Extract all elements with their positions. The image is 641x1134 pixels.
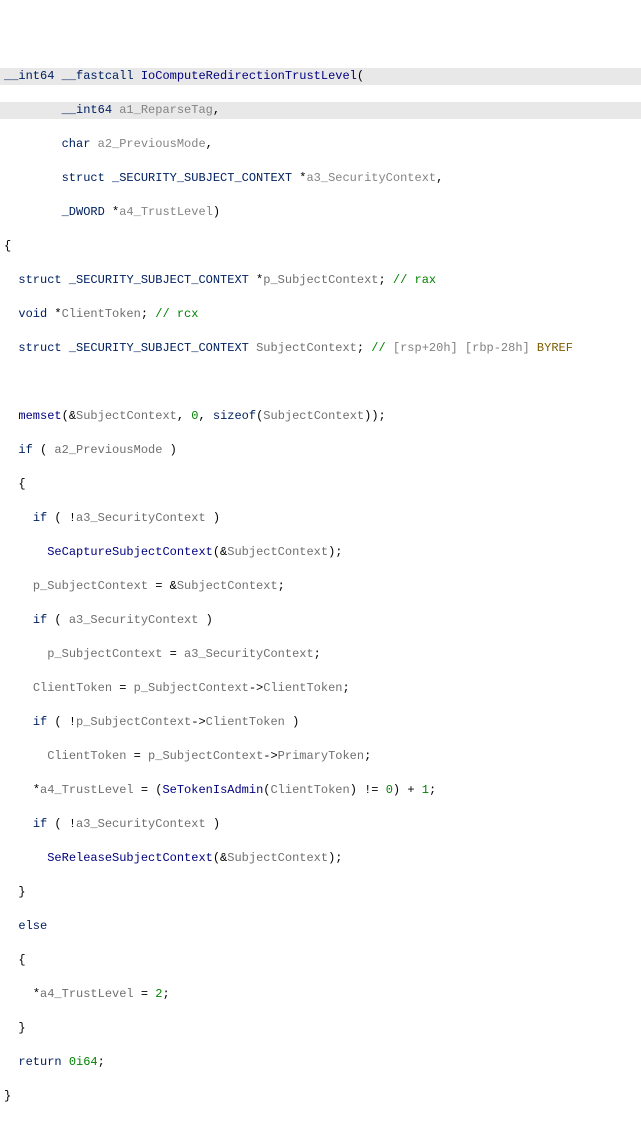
var-ref: ClientToken [33,681,112,695]
code-line: } [0,1088,641,1105]
kw: else [18,919,47,933]
var-ref: p_SubjectContext [47,647,162,661]
struct-token: _SECURITY_SUBJECT_CONTEXT [69,273,249,287]
local-var: p_SubjectContext [263,273,378,287]
kw: if [18,443,32,457]
kw: if [33,511,47,525]
var-ref: SubjectContext [177,579,278,593]
comment: // rax [393,273,436,287]
code-line: } [0,884,641,901]
var-ref: a4_TrustLevel [40,783,134,797]
code-line: { [0,952,641,969]
code-line: struct _SECURITY_SUBJECT_CONTEXT *p_Subj… [0,272,641,289]
var-ref: a3_SecurityContext [184,647,314,661]
type-token: __int64 [4,69,54,83]
code-line: if ( !a3_SecurityContext ) [0,510,641,527]
func-name: IoComputeRedirectionTrustLevel [141,69,357,83]
param-name: a3_SecurityContext [306,171,436,185]
kw: sizeof [213,409,256,423]
byref-token: BYREF [530,341,573,355]
var-ref: ClientToken [270,783,349,797]
field: ClientToken [206,715,285,729]
param-name: a2_PreviousMode [98,137,206,151]
local-var: SubjectContext [256,341,357,355]
var-ref: p_SubjectContext [33,579,148,593]
code-line: *a4_TrustLevel = 2; [0,986,641,1003]
code-line: *a4_TrustLevel = (SeTokenIsAdmin(ClientT… [0,782,641,799]
code-line: _DWORD *a4_TrustLevel) [0,204,641,221]
code-line: memset(&SubjectContext, 0, sizeof(Subjec… [0,408,641,425]
var-ref: p_SubjectContext [134,681,249,695]
type-token: char [62,137,91,151]
field: ClientToken [263,681,342,695]
call: SeCaptureSubjectContext [47,545,213,559]
code-line: return 0i64; [0,1054,641,1071]
num: 0 [386,783,393,797]
var-ref: p_SubjectContext [76,715,191,729]
frame-info: [rsp+20h] [rbp-28h] [393,341,530,355]
num: 0i64 [69,1055,98,1069]
call: SeTokenIsAdmin [162,783,263,797]
struct-token: _SECURITY_SUBJECT_CONTEXT [112,171,292,185]
var-ref: a2_PreviousMode [54,443,162,457]
type-token: struct [18,341,61,355]
call: SeReleaseSubjectContext [47,851,213,865]
code-line: { [0,476,641,493]
var-ref: a4_TrustLevel [40,987,134,1001]
type-token: struct [18,273,61,287]
code-line: ClientToken = p_SubjectContext->PrimaryT… [0,748,641,765]
type-token: void [18,307,47,321]
code-line: void *ClientToken; // rcx [0,306,641,323]
code-line: if ( !a3_SecurityContext ) [0,816,641,833]
code-line [0,374,641,391]
kw: if [33,817,47,831]
kw: if [33,613,47,627]
code-line: { [0,238,641,255]
var-ref: a3_SecurityContext [69,613,199,627]
code-line: SeCaptureSubjectContext(&SubjectContext)… [0,544,641,561]
num: 2 [155,987,162,1001]
code-line: struct _SECURITY_SUBJECT_CONTEXT *a3_Sec… [0,170,641,187]
var-ref: a3_SecurityContext [76,817,206,831]
code-line: SeReleaseSubjectContext(&SubjectContext)… [0,850,641,867]
struct-token: _SECURITY_SUBJECT_CONTEXT [69,341,249,355]
callconv-token: __fastcall [62,69,134,83]
var-ref: SubjectContext [227,545,328,559]
code-line: else [0,918,641,935]
code-line: p_SubjectContext = &SubjectContext; [0,578,641,595]
var-ref: p_SubjectContext [148,749,263,763]
code-line: if ( a3_SecurityContext ) [0,612,641,629]
var-ref: SubjectContext [227,851,328,865]
code-line: __int64 __fastcall IoComputeRedirectionT… [0,68,641,85]
call: memset [18,409,61,423]
num: 1 [422,783,429,797]
type-token: _DWORD [62,205,105,219]
param-name: a1_ReparseTag [119,103,213,117]
var-ref: a3_SecurityContext [76,511,206,525]
local-var: ClientToken [62,307,141,321]
type-token: struct [62,171,105,185]
kw: if [33,715,47,729]
type-token: __int64 [62,103,112,117]
code-line: p_SubjectContext = a3_SecurityContext; [0,646,641,663]
comment: // [371,341,393,355]
code-line: struct _SECURITY_SUBJECT_CONTEXT Subject… [0,340,641,357]
code-line: } [0,1020,641,1037]
code-line: ClientToken = p_SubjectContext->ClientTo… [0,680,641,697]
code-line: if ( a2_PreviousMode ) [0,442,641,459]
param-name: a4_TrustLevel [119,205,213,219]
comment: // rcx [155,307,198,321]
kw: return [18,1055,61,1069]
var-ref: SubjectContext [263,409,364,423]
code-line: char a2_PreviousMode, [0,136,641,153]
var-ref: SubjectContext [76,409,177,423]
var-ref: ClientToken [47,749,126,763]
code-line: __int64 a1_ReparseTag, [0,102,641,119]
code-line: if ( !p_SubjectContext->ClientToken ) [0,714,641,731]
field: PrimaryToken [278,749,364,763]
